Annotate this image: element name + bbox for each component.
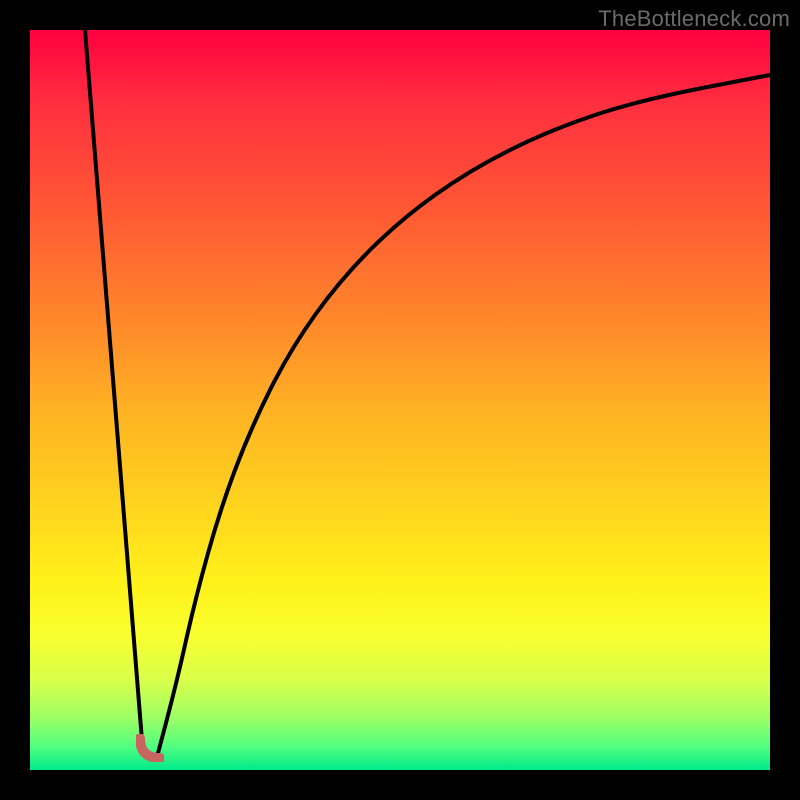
curve-right-ascent (158, 75, 770, 753)
marker-icon (140, 738, 160, 758)
curve-left-descent (85, 30, 143, 753)
optimum-marker (136, 734, 164, 762)
chart-stage: TheBottleneck.com (0, 0, 800, 800)
plot-area (30, 30, 770, 770)
bottleneck-curve (30, 30, 770, 770)
watermark-text: TheBottleneck.com (598, 6, 790, 32)
